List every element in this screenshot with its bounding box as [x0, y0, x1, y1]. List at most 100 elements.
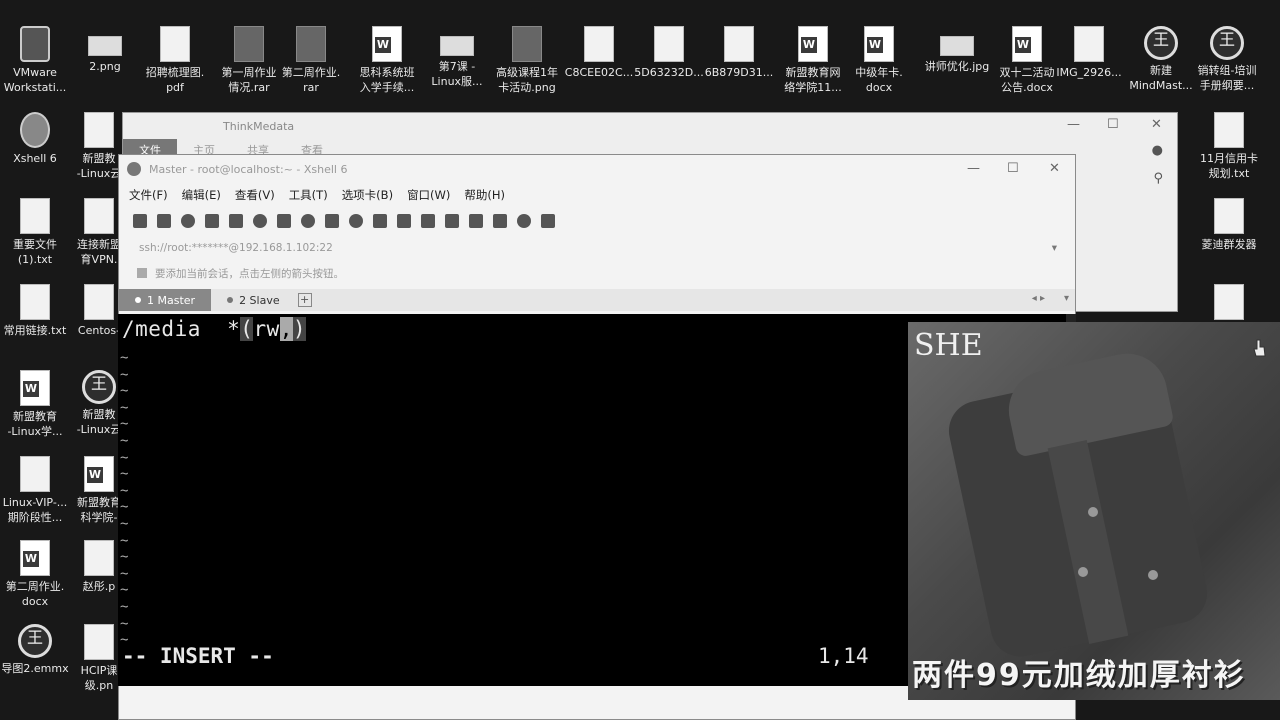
doc-file-icon: [84, 540, 114, 576]
address-text: ssh://root:*******@192.168.1.102:22: [139, 242, 333, 254]
rw-text: rw: [253, 317, 280, 341]
xshell-title: Master - root@localhost:~ - Xshell 6: [149, 162, 348, 176]
desktop-icon[interactable]: 新建 MindMast...: [1124, 26, 1198, 93]
desktop-icon[interactable]: 2.png: [68, 26, 142, 74]
desktop-icon[interactable]: 5D63232D...: [632, 26, 706, 80]
tile-icon[interactable]: [493, 214, 507, 228]
empty-line-tilde: ~: [120, 615, 129, 632]
round-file-icon: [1144, 26, 1178, 60]
menu-help[interactable]: 帮助(H): [464, 187, 505, 203]
desktop-icon-label: 6B879D31...: [704, 66, 774, 79]
desktop-icon-label: 络学院11...: [784, 81, 842, 94]
help-icon[interactable]: [517, 214, 531, 228]
menu-view[interactable]: 查看(V): [235, 187, 275, 203]
desktop-icon[interactable]: 新盟教育网络学院11...: [776, 26, 850, 95]
empty-line-tilde: ~: [120, 516, 129, 532]
desktop-icon-label: 手册纲要...: [1199, 79, 1255, 92]
menu-tabs[interactable]: 选项卡(B): [342, 187, 393, 203]
paren-open: (: [240, 317, 254, 341]
terminal-line-1: /media *(rw,): [122, 317, 307, 341]
tab-menu-icon[interactable]: ▾: [1064, 293, 1069, 304]
round-file-icon: [18, 624, 52, 658]
doc-file-icon: [1214, 198, 1244, 234]
desktop-icon[interactable]: 高级课程1年 卡活动.png: [490, 26, 564, 95]
desktop-icon-label: docx: [21, 595, 49, 608]
desktop-icon[interactable]: IMG_2926...: [1052, 26, 1126, 80]
minimize-icon[interactable]: —: [967, 161, 980, 176]
video-ad-overlay[interactable]: SHE 两件99元加绒加厚衬衫: [908, 322, 1280, 700]
script-icon[interactable]: [373, 214, 387, 228]
compose-icon[interactable]: [445, 214, 459, 228]
desktop-icon-label: pdf: [166, 81, 184, 94]
globe-icon[interactable]: [301, 214, 315, 228]
desktop-icon[interactable]: C8CEE02C...: [562, 26, 636, 80]
keyboard-icon[interactable]: [421, 214, 435, 228]
menu-file[interactable]: 文件(F): [129, 187, 168, 203]
desktop-icon[interactable]: VMware Workstati...: [0, 26, 72, 95]
vim-mode-indicator: -- INSERT --: [122, 644, 274, 668]
desktop-icon[interactable]: 6B879D31...: [702, 26, 776, 80]
xftp-icon[interactable]: [349, 214, 363, 228]
doc-file-icon: [84, 284, 114, 320]
desktop-icon[interactable]: 招聘梳理图. pdf: [138, 26, 212, 95]
search-icon[interactable]: ⚲: [1153, 171, 1163, 186]
maximize-icon[interactable]: ☐: [1007, 161, 1019, 176]
desktop-icon-label: 销转组-培训: [1197, 64, 1257, 77]
doc-file-icon: [20, 284, 50, 320]
desktop-icon-label: 11月信用卡: [1200, 152, 1258, 165]
desktop-icon[interactable]: 思科系统班入学手续...: [350, 26, 424, 95]
toolbar: [119, 207, 1075, 235]
session-status-icon: [227, 297, 234, 303]
empty-line-tilde: ~: [120, 366, 129, 383]
font-icon[interactable]: [325, 214, 339, 228]
disconnect-icon[interactable]: [205, 214, 219, 228]
chevron-down-icon[interactable]: ▾: [1052, 242, 1057, 254]
tab-master[interactable]: 1 Master: [119, 289, 212, 311]
open-folder-icon[interactable]: [157, 214, 171, 228]
maximize-icon[interactable]: ☐: [1107, 117, 1119, 132]
close-icon[interactable]: ✕: [1151, 117, 1162, 132]
find-icon[interactable]: [253, 214, 267, 228]
menu-window[interactable]: 窗口(W): [407, 187, 450, 203]
desktop-icon[interactable]: 中级年卡. docx: [842, 26, 916, 95]
new-session-icon[interactable]: [133, 214, 147, 228]
video-caption: 两件99元加绒加厚衬衫: [912, 658, 1246, 693]
doc-file-icon: [20, 198, 50, 234]
address-bar[interactable]: ssh://root:*******@192.168.1.102:22 ▾: [127, 235, 1067, 261]
add-tab-button[interactable]: +: [297, 293, 312, 307]
tab-slave[interactable]: 2 Slave: [211, 289, 296, 311]
desktop-icon[interactable]: [1192, 284, 1266, 323]
lock-icon[interactable]: [397, 214, 411, 228]
doc-file-icon: [584, 26, 614, 62]
shirt-button: [1148, 570, 1158, 580]
close-icon[interactable]: ✕: [1049, 161, 1060, 176]
layout-icon[interactable]: [469, 214, 483, 228]
empty-line-tilde: ~: [120, 416, 129, 433]
img-file-icon: [940, 36, 974, 56]
minimize-icon[interactable]: —: [1067, 117, 1080, 132]
arrow-icon[interactable]: [137, 268, 147, 278]
properties-icon[interactable]: [277, 214, 291, 228]
empty-line-tilde: ~: [120, 399, 129, 416]
menu-edit[interactable]: 编辑(E): [182, 187, 221, 203]
desktop-icon-label: rar: [303, 81, 319, 94]
doc-file-icon: [1074, 26, 1104, 62]
folder-file-icon: [512, 26, 542, 62]
empty-line-tilde: ~: [120, 433, 129, 449]
copy-icon[interactable]: [229, 214, 243, 228]
desktop-icon[interactable]: 菱迪群发器: [1192, 198, 1266, 252]
tab-scroll-icon[interactable]: ◂ ▸: [1032, 293, 1045, 304]
link-icon[interactable]: [181, 214, 195, 228]
menu-tools[interactable]: 工具(T): [289, 187, 328, 203]
desktop-icon[interactable]: 销转组-培训手册纲要...: [1190, 26, 1264, 93]
doc-file-icon: [84, 624, 114, 660]
desktop-icon[interactable]: 11月信用卡 规划.txt: [1192, 112, 1266, 181]
desktop-icon-label: 讲师优化.jpg: [924, 60, 990, 73]
desktop-icon[interactable]: 讲师优化.jpg: [920, 26, 994, 74]
desktop-icon[interactable]: 第7课 - Linux服...: [420, 26, 494, 89]
chat-icon[interactable]: [541, 214, 555, 228]
doc-file-icon: [1214, 284, 1244, 320]
desktop-icon[interactable]: 第二周作业. rar: [274, 26, 348, 95]
empty-line-tilde: ~: [120, 565, 129, 582]
help-icon[interactable]: ●: [1152, 143, 1163, 158]
